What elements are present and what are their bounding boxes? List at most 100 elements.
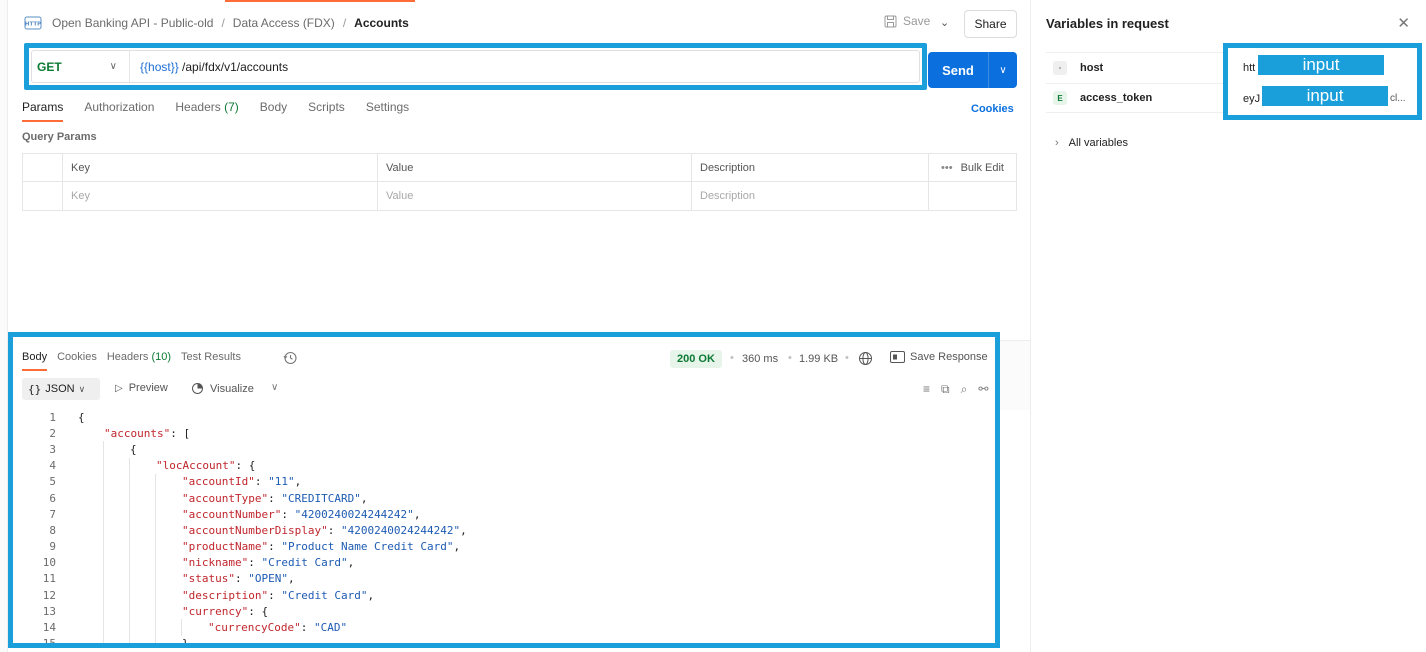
indent-guide bbox=[129, 457, 130, 474]
access-token-value-input[interactable]: eyJ bbox=[1243, 93, 1260, 105]
save-icon bbox=[884, 15, 897, 27]
cookies-link[interactable]: Cookies bbox=[971, 103, 1014, 115]
response-toolbar: ≡ ⧉ ⌕ ⚯ bbox=[923, 382, 988, 397]
line-number: 1 bbox=[49, 410, 56, 424]
code-line: 4 "locAccount": { bbox=[13, 457, 995, 474]
tab-settings[interactable]: Settings bbox=[366, 100, 409, 122]
variables-panel-title: Variables in request bbox=[1046, 16, 1169, 31]
response-body-code[interactable]: 1{2 "accounts": [3{4 "locAccount": {5 "acco… bbox=[13, 409, 995, 648]
more-options-icon[interactable]: ••• bbox=[941, 162, 953, 174]
copy-icon[interactable]: ⧉ bbox=[941, 382, 950, 397]
url-input[interactable]: {{host}} /api/fdx/v1/accounts bbox=[130, 60, 288, 74]
response-size[interactable]: 1.99 KB bbox=[799, 353, 838, 365]
redacted-value: input bbox=[1262, 86, 1388, 106]
url-input-container: GET ∨ {{host}} /api/fdx/v1/accounts bbox=[31, 50, 920, 83]
row-actions bbox=[929, 182, 1016, 210]
meta-separator: • bbox=[788, 352, 792, 364]
line-number: 8 bbox=[49, 523, 56, 537]
code-line: 7 "accountNumber": "4200240024244242", bbox=[13, 506, 995, 523]
column-header-key: Key bbox=[63, 154, 378, 181]
indent-guide bbox=[129, 570, 130, 588]
method-select[interactable]: GET ∨ bbox=[32, 51, 130, 82]
global-variable-badge: - bbox=[1053, 60, 1067, 75]
key-input[interactable]: Key bbox=[63, 182, 378, 210]
indent-guide bbox=[155, 619, 156, 636]
close-icon[interactable]: ✕ bbox=[1397, 14, 1410, 32]
code-text: "accountNumber": "4200240024244242", bbox=[182, 507, 421, 521]
history-icon[interactable] bbox=[283, 351, 297, 365]
code-line: 1{ bbox=[13, 409, 995, 425]
save-response-label: Save Response bbox=[910, 351, 988, 363]
share-button[interactable]: Share bbox=[964, 10, 1017, 38]
indent-guide bbox=[181, 619, 182, 636]
tab-response-cookies[interactable]: Cookies bbox=[57, 351, 97, 371]
breadcrumb-collection[interactable]: Open Banking API - Public-old bbox=[52, 16, 213, 30]
tab-test-results[interactable]: Test Results bbox=[181, 351, 241, 371]
indent-guide bbox=[155, 570, 156, 588]
search-icon[interactable]: ⌕ bbox=[961, 382, 968, 397]
request-tabs: Params Authorization Headers (7) Body Sc… bbox=[22, 100, 409, 122]
code-text: "accounts": [ bbox=[104, 426, 191, 440]
bulk-edit-button[interactable]: Bulk Edit bbox=[961, 162, 1004, 174]
chevron-right-icon: › bbox=[1055, 137, 1059, 149]
left-sidebar-strip bbox=[0, 0, 8, 652]
save-response-button[interactable]: Save Response bbox=[890, 351, 988, 363]
bulk-edit-area: ••• Bulk Edit bbox=[929, 154, 1016, 181]
breadcrumb: HTTP Open Banking API - Public-old / Dat… bbox=[24, 12, 409, 34]
indent-guide bbox=[129, 554, 130, 571]
variable-name: access_token bbox=[1080, 92, 1153, 104]
tab-body[interactable]: Body bbox=[260, 100, 287, 122]
link-icon[interactable]: ⚯ bbox=[978, 382, 988, 397]
preview-button[interactable]: ▷ Preview bbox=[115, 382, 168, 394]
code-line: 11 "status": "OPEN", bbox=[13, 570, 995, 588]
query-params-title: Query Params bbox=[22, 131, 97, 143]
wrap-lines-icon[interactable]: ≡ bbox=[923, 382, 930, 397]
code-text: "description": "Credit Card", bbox=[182, 588, 375, 602]
all-variables-toggle[interactable]: › All variables bbox=[1055, 137, 1128, 149]
indent-guide bbox=[103, 570, 104, 588]
chevron-down-icon[interactable]: ∨ bbox=[271, 382, 278, 393]
indent-guide bbox=[103, 489, 104, 507]
breadcrumb-request[interactable]: Accounts bbox=[354, 16, 409, 30]
line-number: 3 bbox=[49, 442, 56, 456]
tab-authorization[interactable]: Authorization bbox=[84, 100, 154, 122]
indent-guide bbox=[129, 619, 130, 636]
row-checkbox bbox=[23, 182, 63, 210]
globe-icon[interactable] bbox=[858, 351, 873, 366]
indent-guide bbox=[155, 635, 156, 643]
code-line: 13 "currency": { bbox=[13, 603, 995, 620]
chevron-down-icon[interactable]: ⌄ bbox=[940, 16, 949, 29]
tab-response-headers[interactable]: Headers (10) bbox=[107, 351, 171, 371]
redacted-value: input bbox=[1258, 55, 1384, 75]
visualize-icon bbox=[192, 383, 203, 394]
tab-response-body[interactable]: Body bbox=[22, 351, 48, 371]
send-button[interactable]: Send ∨ bbox=[928, 52, 1017, 88]
host-value-input[interactable]: htt bbox=[1243, 62, 1255, 74]
response-time[interactable]: 360 ms bbox=[742, 353, 778, 365]
breadcrumb-folder[interactable]: Data Access (FDX) bbox=[233, 16, 335, 30]
indent-guide bbox=[103, 603, 104, 620]
code-text: "productName": "Product Name Credit Card… bbox=[182, 540, 461, 554]
visualize-button[interactable]: Visualize bbox=[191, 382, 254, 395]
save-button[interactable]: Save bbox=[884, 14, 930, 28]
code-line: 10 "nickname": "Credit Card", bbox=[13, 554, 995, 571]
indent-guide bbox=[103, 441, 104, 458]
more-options-icon[interactable]: ••• bbox=[998, 350, 1000, 364]
code-text: "currencyCode": "CAD" bbox=[208, 621, 348, 635]
code-line: 5 "accountId": "11", bbox=[13, 473, 995, 490]
status-badge[interactable]: 200 OK bbox=[670, 350, 722, 368]
value-input[interactable]: Value bbox=[378, 182, 692, 210]
chevron-down-icon[interactable]: ∨ bbox=[989, 65, 1017, 76]
code-text: } bbox=[182, 637, 189, 648]
svg-text:HTTP: HTTP bbox=[25, 22, 41, 28]
indent-guide bbox=[103, 538, 104, 555]
format-select[interactable]: {} JSON ∨ bbox=[22, 378, 100, 400]
tab-params[interactable]: Params bbox=[22, 100, 64, 122]
indent-guide bbox=[155, 603, 156, 620]
tab-headers[interactable]: Headers (7) bbox=[175, 100, 238, 122]
json-brace-icon: {} bbox=[28, 382, 42, 396]
response-tabs: Body Cookies Headers (10) Test Results bbox=[22, 351, 241, 371]
access-token-value-tail: cl... bbox=[1390, 93, 1406, 104]
tab-scripts[interactable]: Scripts bbox=[308, 100, 345, 122]
description-input[interactable]: Description bbox=[692, 182, 929, 210]
